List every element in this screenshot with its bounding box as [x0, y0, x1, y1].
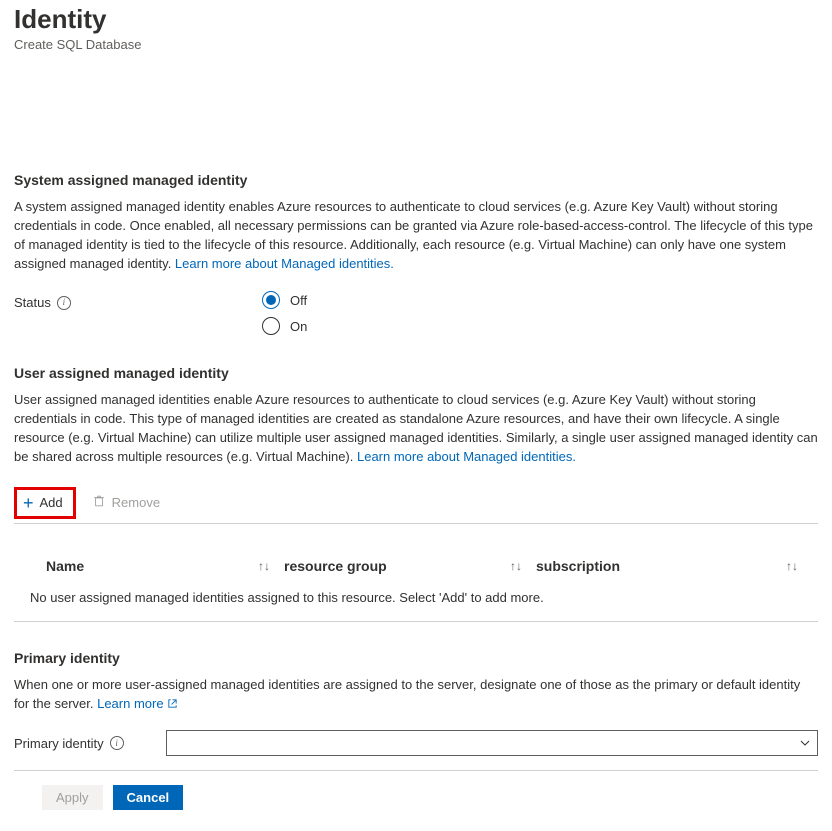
primary-identity-learn-more-link[interactable]: Learn more: [97, 696, 178, 711]
sort-icon[interactable]: ↑↓: [786, 559, 812, 573]
primary-identity-select[interactable]: [166, 730, 818, 756]
primary-identity-label: Primary identity: [14, 736, 104, 751]
sort-icon[interactable]: ↑↓: [258, 559, 284, 573]
sort-icon[interactable]: ↑↓: [510, 559, 536, 573]
system-identity-description: A system assigned managed identity enabl…: [14, 198, 818, 273]
add-button[interactable]: + Add: [14, 487, 76, 519]
user-identity-description: User assigned managed identities enable …: [14, 391, 818, 466]
footer-buttons: Apply Cancel: [14, 785, 818, 810]
status-radio-on[interactable]: On: [262, 317, 307, 335]
primary-identity-heading: Primary identity: [14, 650, 818, 666]
page-title: Identity: [14, 4, 818, 35]
system-identity-description-text: A system assigned managed identity enabl…: [14, 199, 813, 271]
apply-button: Apply: [42, 785, 103, 810]
plus-icon: +: [23, 494, 34, 512]
user-identity-table: Name ↑↓ resource group ↑↓ subscription ↑…: [14, 558, 818, 622]
external-link-icon: [167, 696, 178, 715]
primary-identity-description: When one or more user-assigned managed i…: [14, 676, 818, 715]
info-icon[interactable]: i: [57, 296, 71, 310]
status-radio-off-label: Off: [290, 293, 307, 308]
cancel-button[interactable]: Cancel: [113, 785, 184, 810]
remove-button-label: Remove: [112, 495, 160, 510]
status-radio-on-label: On: [290, 319, 307, 334]
status-label: Status: [14, 295, 51, 310]
table-header-row: Name ↑↓ resource group ↑↓ subscription ↑…: [14, 558, 818, 584]
user-identity-learn-more-link[interactable]: Learn more about Managed identities.: [357, 449, 576, 464]
status-radio-group: Off On: [262, 291, 307, 335]
trash-icon: [92, 494, 106, 511]
user-identity-toolbar: + Add Remove: [14, 485, 818, 524]
info-icon[interactable]: i: [110, 736, 124, 750]
page-subtitle: Create SQL Database: [14, 37, 818, 52]
radio-icon: [262, 317, 280, 335]
column-header-subscription[interactable]: subscription: [536, 558, 620, 574]
chevron-down-icon: [799, 737, 811, 749]
system-identity-learn-more-link[interactable]: Learn more about Managed identities.: [175, 256, 394, 271]
remove-button: Remove: [92, 494, 160, 511]
status-radio-off[interactable]: Off: [262, 291, 307, 309]
add-button-label: Add: [40, 495, 63, 510]
table-empty-message: No user assigned managed identities assi…: [14, 584, 818, 605]
system-identity-heading: System assigned managed identity: [14, 172, 818, 188]
column-header-name[interactable]: Name: [46, 558, 84, 574]
user-identity-heading: User assigned managed identity: [14, 365, 818, 381]
radio-icon: [262, 291, 280, 309]
column-header-resource-group[interactable]: resource group: [284, 558, 387, 574]
